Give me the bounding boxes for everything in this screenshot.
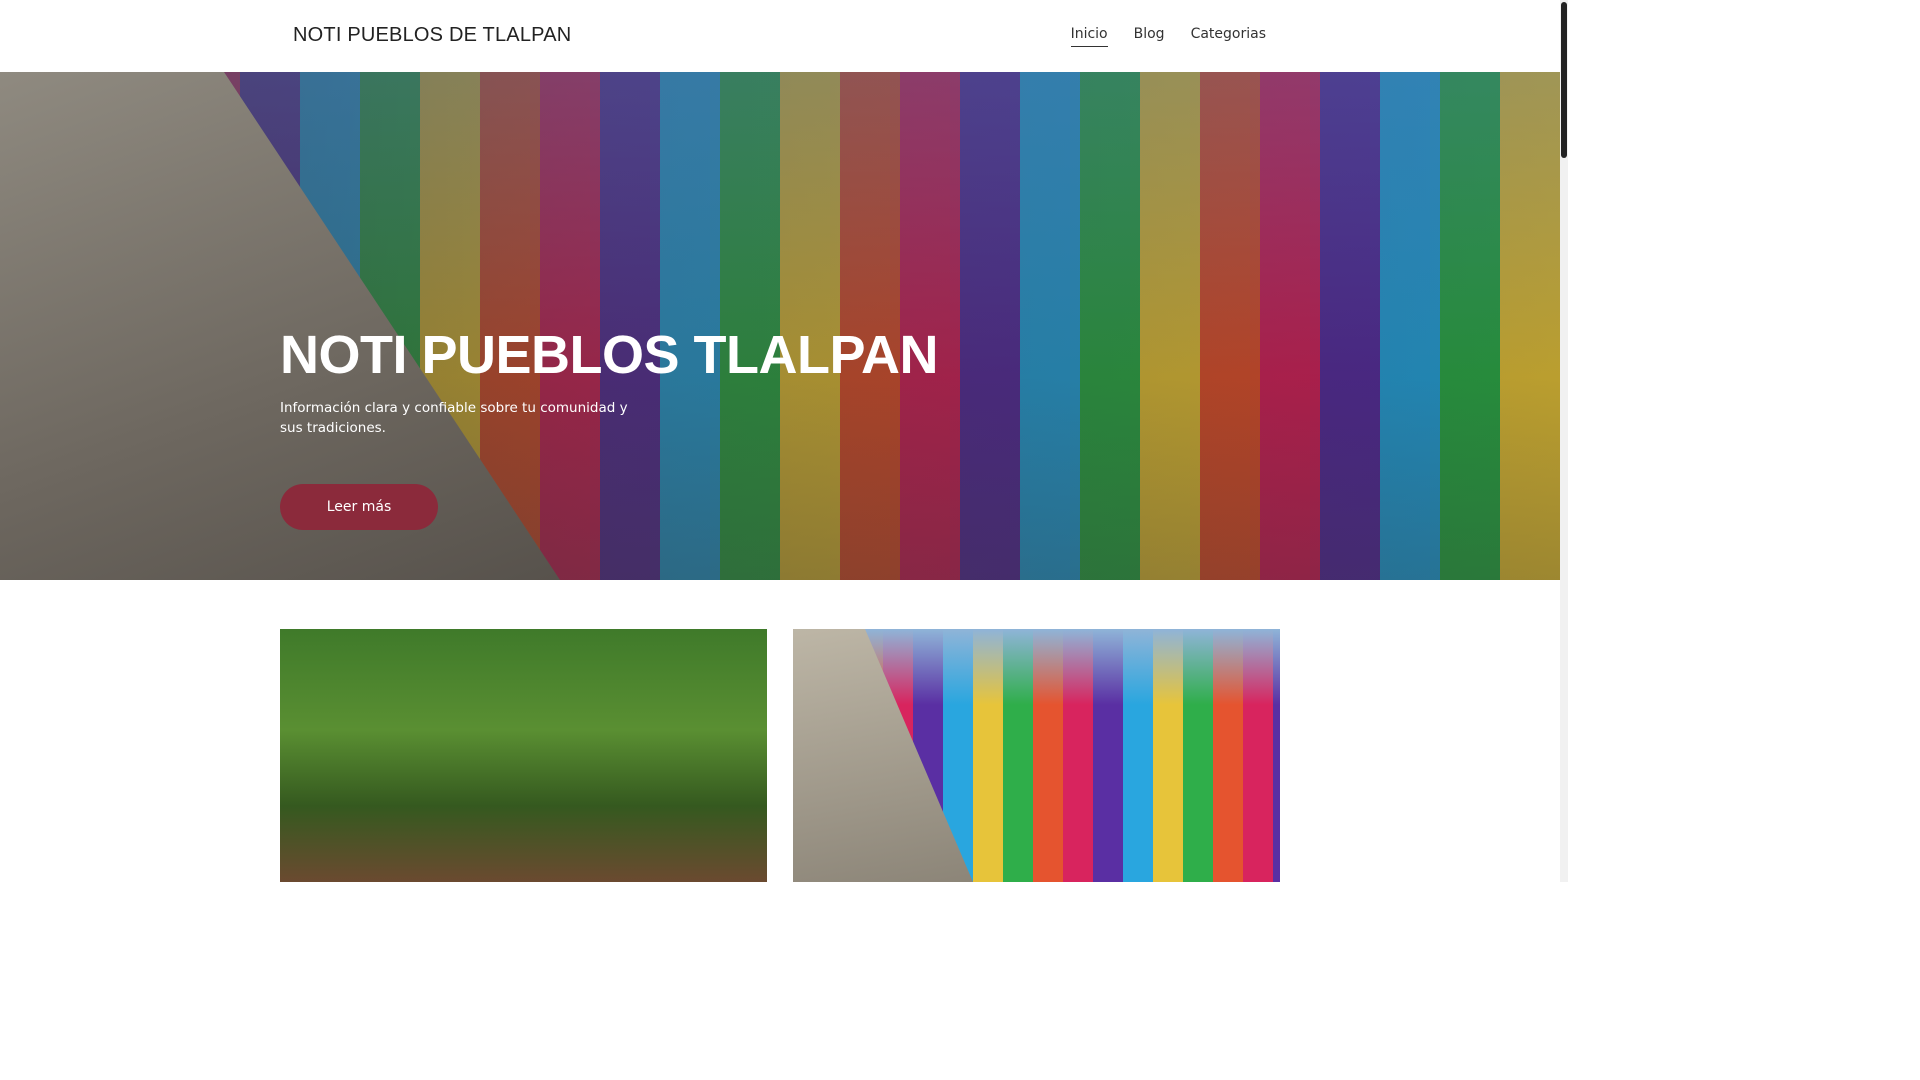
site-brand[interactable]: NOTI PUEBLOS DE TLALPAN	[293, 24, 571, 47]
hero-banner: NOTI PUEBLOS TLALPAN Información clara y…	[0, 72, 1560, 580]
nav-inicio[interactable]: Inicio	[1070, 26, 1108, 47]
read-more-button[interactable]: Leer más	[280, 484, 438, 530]
hero-subtitle: Información clara y confiable sobre tu c…	[280, 400, 628, 436]
post-card-image[interactable]	[280, 629, 767, 882]
awning-shape	[793, 629, 973, 882]
main-nav: Inicio Blog Categorias	[1070, 26, 1266, 47]
site-header: NOTI PUEBLOS DE TLALPAN Inicio Blog Cate…	[0, 0, 1560, 72]
nav-blog[interactable]: Blog	[1134, 26, 1165, 47]
nav-categorias[interactable]: Categorias	[1191, 26, 1266, 47]
hero-title: NOTI PUEBLOS TLALPAN	[280, 325, 939, 385]
post-card-image[interactable]	[793, 629, 1280, 882]
scrollbar-thumb[interactable]	[1561, 2, 1567, 158]
scrollbar[interactable]	[1560, 0, 1568, 882]
